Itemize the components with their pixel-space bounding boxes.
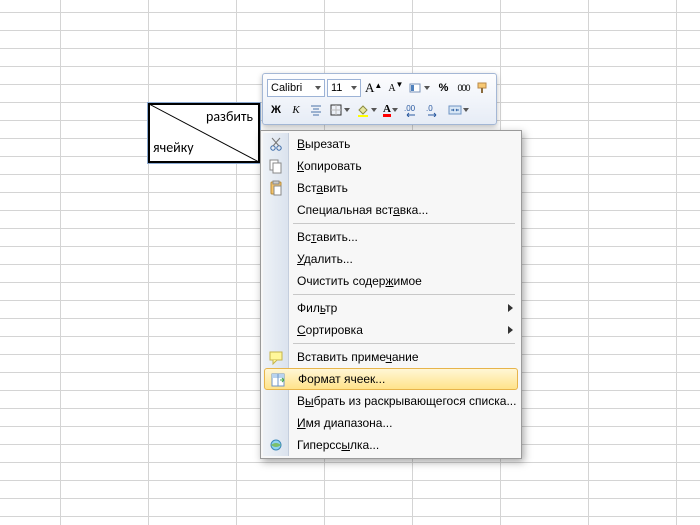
menu-item-insert[interactable]: Вставить...	[263, 226, 519, 248]
merge-icon	[448, 103, 462, 117]
shrink-font-button[interactable]: A▼	[386, 78, 405, 98]
borders-button[interactable]	[327, 100, 352, 120]
menu-item-paste[interactable]: Вставить	[263, 177, 519, 199]
format-cells-icon	[269, 371, 287, 389]
submenu-arrow-icon	[508, 326, 513, 334]
font-size-value: 11	[331, 82, 342, 94]
menu-item-sort[interactable]: Сортировка	[263, 319, 519, 341]
menu-item-range-name[interactable]: Имя диапазона...	[263, 412, 519, 434]
font-color-button[interactable]: A	[381, 100, 400, 120]
selected-merged-cell[interactable]: разбить ячейку	[148, 103, 260, 163]
globe-link-icon	[267, 436, 285, 454]
menu-item-cut[interactable]: Вырезать	[263, 133, 519, 155]
cell-text-bottom: ячейку	[153, 139, 194, 156]
font-size-combo[interactable]: 11	[327, 79, 361, 97]
fill-color-button[interactable]	[354, 100, 379, 120]
context-menu: Вырезать Копировать Вставить Специальная…	[260, 130, 522, 459]
decrease-decimal-icon: .00	[404, 103, 420, 117]
comment-icon	[267, 348, 285, 366]
currency-icon	[409, 81, 423, 95]
borders-icon	[329, 103, 343, 117]
format-painter-button[interactable]	[474, 78, 492, 98]
scissors-icon	[267, 135, 285, 153]
chevron-down-icon	[424, 86, 430, 90]
menu-item-pick-from-list[interactable]: Выбрать из раскрывающегося списка...	[263, 390, 519, 412]
decrease-decimal-button[interactable]: .00	[402, 100, 422, 120]
menu-item-insert-comment[interactable]: Вставить примечание	[263, 346, 519, 368]
paintbrush-icon	[476, 81, 490, 95]
font-name-value: Calibri	[271, 82, 302, 94]
chevron-down-icon	[351, 86, 357, 90]
menu-item-format-cells[interactable]: Формат ячеек...	[264, 368, 518, 390]
chevron-down-icon	[371, 108, 377, 112]
increase-decimal-button[interactable]: .0	[424, 100, 444, 120]
svg-text:.0: .0	[426, 104, 433, 113]
merge-cells-button[interactable]	[446, 100, 471, 120]
increase-decimal-icon: .0	[426, 103, 442, 117]
menu-item-hyperlink[interactable]: Гиперссылка...	[263, 434, 519, 456]
align-center-icon	[309, 103, 323, 117]
chevron-down-icon	[315, 86, 321, 90]
menu-item-label: Формат ячеек...	[298, 372, 385, 386]
menu-item-filter[interactable]: Фильтр	[263, 297, 519, 319]
grow-font-button[interactable]: A▲	[363, 78, 384, 98]
svg-text:.00: .00	[404, 104, 416, 113]
center-align-button[interactable]	[307, 100, 325, 120]
menu-item-paste-special[interactable]: Специальная вставка...	[263, 199, 519, 221]
chevron-down-icon	[344, 108, 350, 112]
bucket-icon	[356, 103, 370, 117]
comma-style-button[interactable]: 000	[454, 78, 472, 98]
percent-button[interactable]: %	[434, 78, 452, 98]
paste-icon	[267, 179, 285, 197]
submenu-arrow-icon	[508, 304, 513, 312]
bold-button[interactable]: Ж	[267, 100, 285, 120]
accounting-format-button[interactable]	[407, 78, 432, 98]
menu-item-clear[interactable]: Очистить содержимое	[263, 270, 519, 292]
menu-item-delete[interactable]: Удалить...	[263, 248, 519, 270]
copy-icon	[267, 157, 285, 175]
chevron-down-icon	[463, 108, 469, 112]
mini-toolbar: Calibri 11 A▲ A▼ % 000 Ж К	[262, 73, 497, 125]
italic-button[interactable]: К	[287, 100, 305, 120]
chevron-down-icon	[392, 108, 398, 112]
font-name-combo[interactable]: Calibri	[267, 79, 325, 97]
cell-text-top: разбить	[206, 108, 253, 125]
menu-item-copy[interactable]: Копировать	[263, 155, 519, 177]
